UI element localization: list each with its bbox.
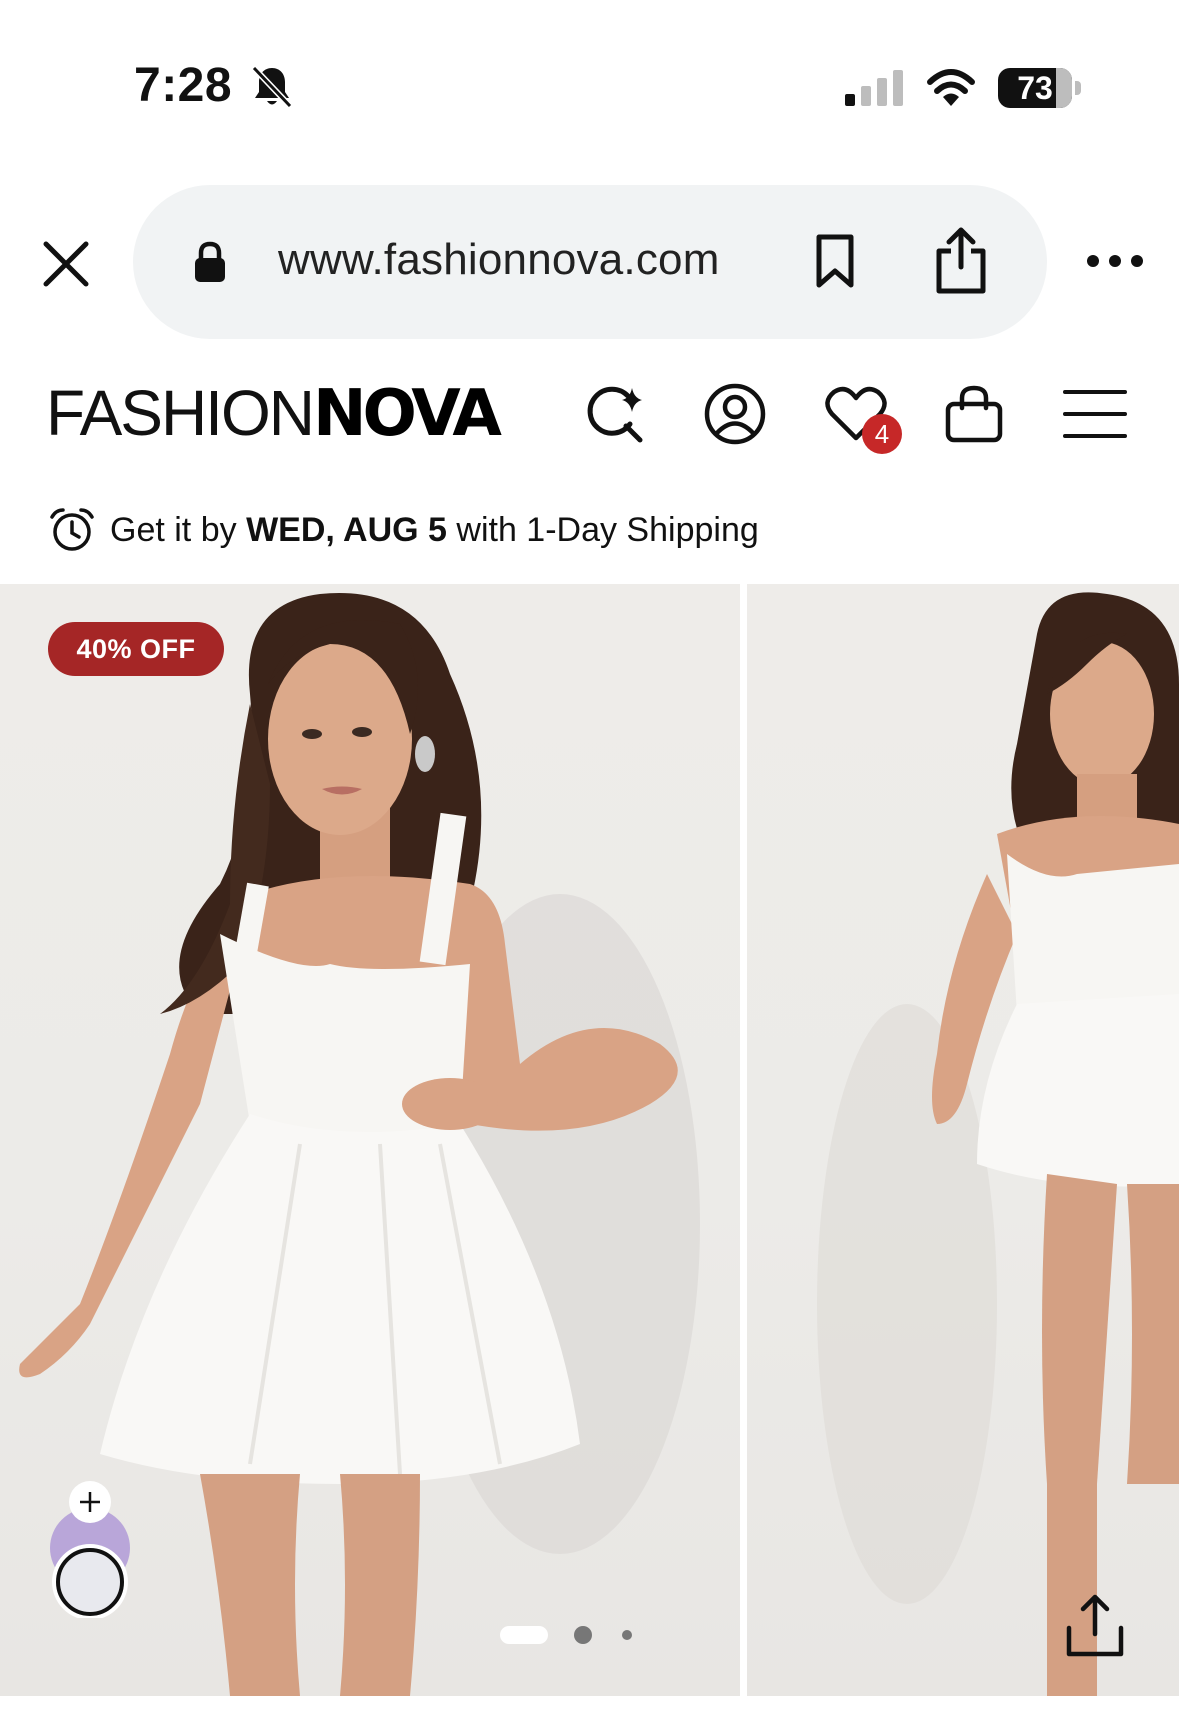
bookmark-icon[interactable] xyxy=(813,233,857,289)
shipping-date: WED, AUG 5 xyxy=(246,510,447,549)
carousel-dot[interactable] xyxy=(622,1630,632,1640)
lock-icon xyxy=(195,241,225,282)
logo-light-text: FASHION xyxy=(46,377,315,449)
status-time: 7:28 xyxy=(134,59,233,112)
logo-bold-text: NOVA xyxy=(312,377,502,451)
share-icon[interactable] xyxy=(933,227,989,295)
carousel-dot-active[interactable] xyxy=(500,1626,548,1644)
hamburger-menu-icon[interactable] xyxy=(1062,386,1128,442)
battery-level: 73 xyxy=(1017,70,1053,106)
product-image-1[interactable]: 40% OFF xyxy=(0,584,740,1696)
battery-icon: 73 xyxy=(998,68,1082,108)
color-swatch-picker[interactable] xyxy=(46,1478,150,1618)
status-bar: 7:28 73 xyxy=(0,0,1179,150)
close-icon[interactable] xyxy=(40,238,92,290)
carousel-pagination[interactable] xyxy=(500,1622,640,1646)
shipping-suffix: with 1-Day Shipping xyxy=(446,510,759,549)
share-product-icon[interactable] xyxy=(1063,1594,1127,1660)
discount-badge: 40% OFF xyxy=(48,622,224,676)
fashionnova-logo[interactable]: FASHIONNOVA xyxy=(46,377,502,449)
wishlist-count-badge: 4 xyxy=(862,414,902,454)
address-bar[interactable]: www.fashionnova.com xyxy=(133,185,1047,339)
shipping-prefix: Get it by xyxy=(110,510,247,549)
shipping-message: Get it by WED, AUG 5 with 1-Day Shipping xyxy=(48,500,759,560)
ai-search-icon[interactable] xyxy=(584,382,648,446)
cellular-signal-icon xyxy=(845,70,903,106)
carousel-dot[interactable] xyxy=(574,1626,592,1644)
alarm-clock-icon xyxy=(50,508,94,551)
url-text[interactable]: www.fashionnova.com xyxy=(278,235,720,285)
account-icon[interactable] xyxy=(703,382,767,446)
product-image-gallery[interactable]: 40% OFF xyxy=(0,584,1179,1696)
bottom-strip xyxy=(0,1696,1179,1722)
bell-slash-icon xyxy=(251,65,293,109)
shipping-text: Get it by WED, AUG 5 with 1-Day Shipping xyxy=(110,511,759,550)
model-white-dress-image-2 xyxy=(817,592,1179,1696)
product-image-2[interactable] xyxy=(747,584,1179,1696)
more-icon[interactable] xyxy=(1085,250,1145,272)
shopping-bag-icon[interactable] xyxy=(942,382,1006,446)
wifi-icon xyxy=(927,69,975,106)
